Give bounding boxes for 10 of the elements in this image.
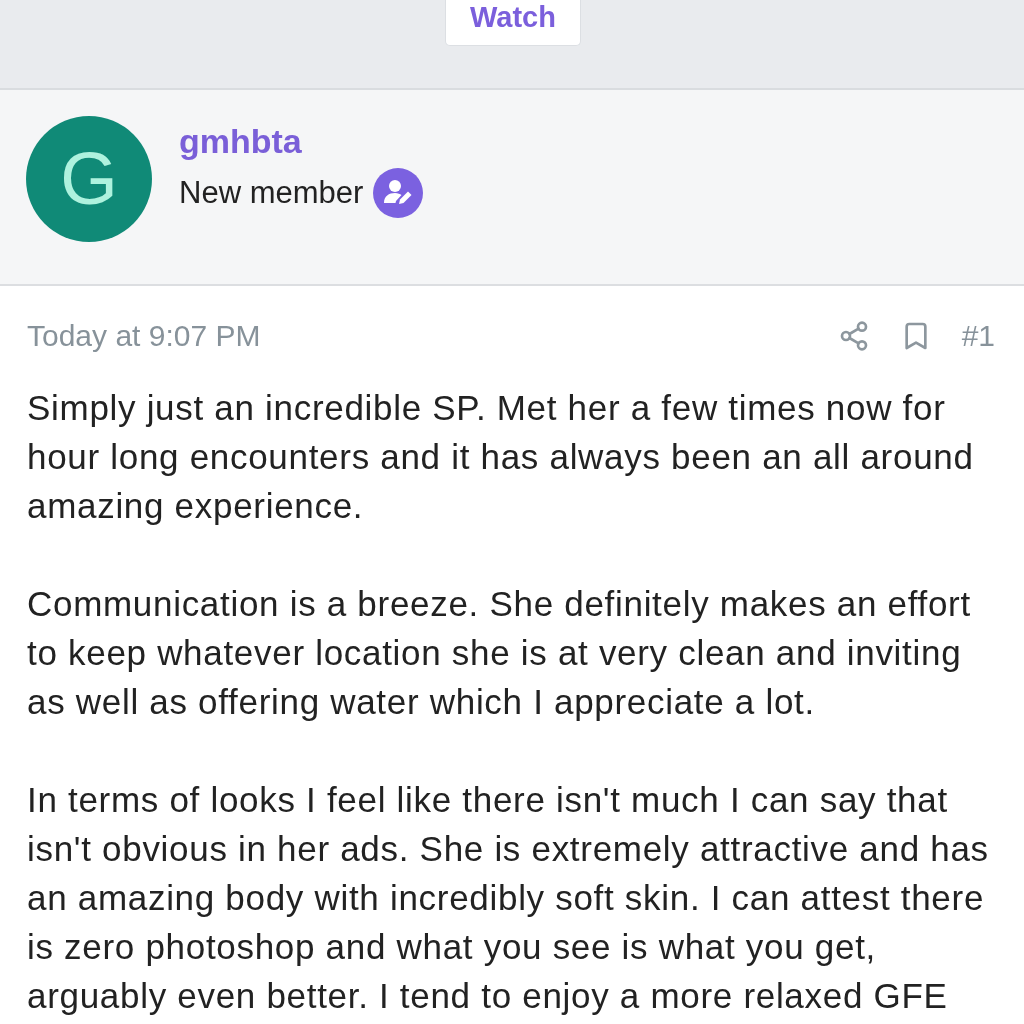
user-title: New member: [179, 174, 364, 212]
post-paragraph: In terms of looks I feel like there isn't much I can say that isn't obvious in her ads. She is extremely attractive and has an amazing body with incredibly soft skin. I can attest there is zero photoshop and what you see is what you get, arguably even better. I tend to enjoy a more relaxed GFE: [27, 779, 990, 1017]
user-edit-badge-icon: [373, 168, 424, 218]
post-paragraph: Simply just an incredible SP. Met her a few times now for hour long encounters and it has always been an all around amazing experience.: [27, 387, 975, 527]
avatar[interactable]: G: [26, 116, 152, 242]
username-link[interactable]: gmhbta: [179, 120, 302, 162]
post-number-link[interactable]: #1: [961, 319, 995, 353]
post-date-link[interactable]: Today at 9:07 PM: [27, 319, 261, 353]
watch-button[interactable]: Watch: [445, 0, 581, 46]
post-paragraph: Communication is a breeze. She definitely makes an effort to keep whatever location she is at very clean and inviting as well as offering water which I appreciate a lot.: [27, 583, 972, 723]
